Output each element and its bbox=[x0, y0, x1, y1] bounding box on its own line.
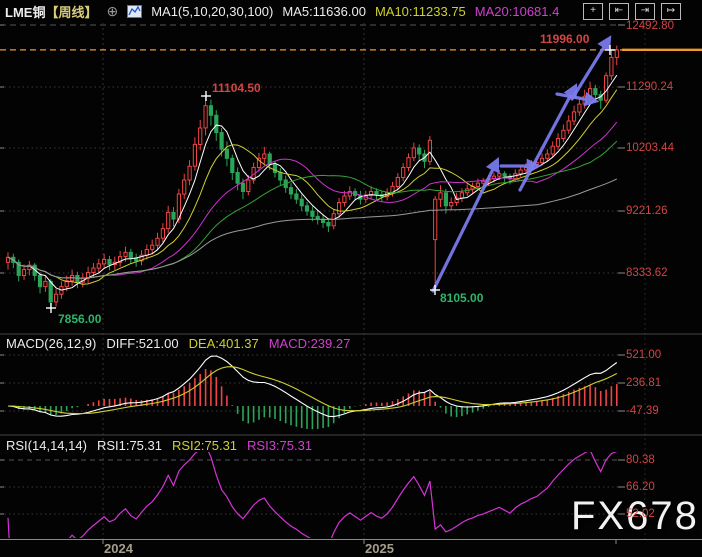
macd-header: MACD(26,12,9) DIFF:521.00 DEA:401.37 MAC… bbox=[6, 336, 350, 351]
rsi-header: RSI(14,14,14) RSI1:75.31 RSI2:75.31 RSI3… bbox=[6, 438, 312, 453]
candlestick-chart-canvas[interactable] bbox=[0, 0, 702, 557]
year-label-2024: 2024 bbox=[104, 541, 133, 556]
macd-axis-label: 236.81 bbox=[626, 377, 661, 389]
ma10-value: MA10:11233.75 bbox=[375, 4, 466, 19]
crash-low-label: 8105.00 bbox=[440, 291, 483, 305]
settings-icon[interactable]: ⊕ bbox=[106, 3, 118, 20]
price-axis-label: 10203.44 bbox=[626, 142, 674, 154]
exit-chart-button[interactable]: ↦ bbox=[661, 3, 681, 20]
macd-axis-label: -47.39 bbox=[626, 405, 659, 417]
chart-window: LME铜【周线】 ⊕ MA1(5,10,20,30,100) MA5:11636… bbox=[0, 0, 702, 557]
pan-left-tool-button[interactable]: ⇤ bbox=[609, 3, 629, 20]
current-price-label: 11996.00 bbox=[540, 32, 589, 46]
price-axis-label: 8333.62 bbox=[626, 267, 668, 279]
instrument-title: LME铜 bbox=[5, 5, 45, 20]
chart-header: LME铜【周线】 ⊕ MA1(5,10,20,30,100) MA5:11636… bbox=[5, 0, 559, 22]
price-axis-label: 12492.80 bbox=[626, 20, 674, 32]
mini-chart-icon[interactable] bbox=[127, 5, 142, 18]
rsi-axis-label: 52.02 bbox=[626, 508, 655, 520]
chart-toolbar: + ⇤ ⇥ ↦ bbox=[583, 3, 681, 20]
rsi2-value: RSI2:75.31 bbox=[172, 438, 237, 453]
macd-axis-label: 521.00 bbox=[626, 349, 661, 361]
macd-name-label: MACD(26,12,9) bbox=[6, 336, 96, 351]
rsi-name-label: RSI(14,14,14) bbox=[6, 438, 87, 453]
crosshair-tool-button[interactable]: + bbox=[583, 3, 603, 20]
rsi3-value: RSI3:75.31 bbox=[247, 438, 312, 453]
period-label: 【周线】 bbox=[45, 5, 97, 20]
rsi1-value: RSI1:75.31 bbox=[97, 438, 162, 453]
range-low-label: 7856.00 bbox=[58, 312, 101, 326]
price-axis-label: 11290.24 bbox=[626, 81, 673, 93]
macd-hist-value: MACD:239.27 bbox=[269, 336, 351, 351]
ma5-value: MA5:11636.00 bbox=[282, 4, 366, 19]
ma-settings-label: MA1(5,10,20,30,100) bbox=[151, 4, 273, 19]
rsi-axis-label: 66.20 bbox=[626, 481, 655, 493]
macd-dea-value: DEA:401.37 bbox=[189, 336, 259, 351]
year-label-2025: 2025 bbox=[365, 541, 394, 556]
ma20-value: MA20:10681.4 bbox=[475, 4, 560, 19]
pan-right-tool-button[interactable]: ⇥ bbox=[635, 3, 655, 20]
macd-diff-value: DIFF:521.00 bbox=[106, 336, 178, 351]
rsi-axis-label: 80.38 bbox=[626, 454, 655, 466]
price-axis-label: 9221.26 bbox=[626, 205, 668, 217]
header-title-group: LME铜【周线】 bbox=[5, 2, 97, 21]
swing-high-label: 11104.50 bbox=[212, 81, 261, 95]
